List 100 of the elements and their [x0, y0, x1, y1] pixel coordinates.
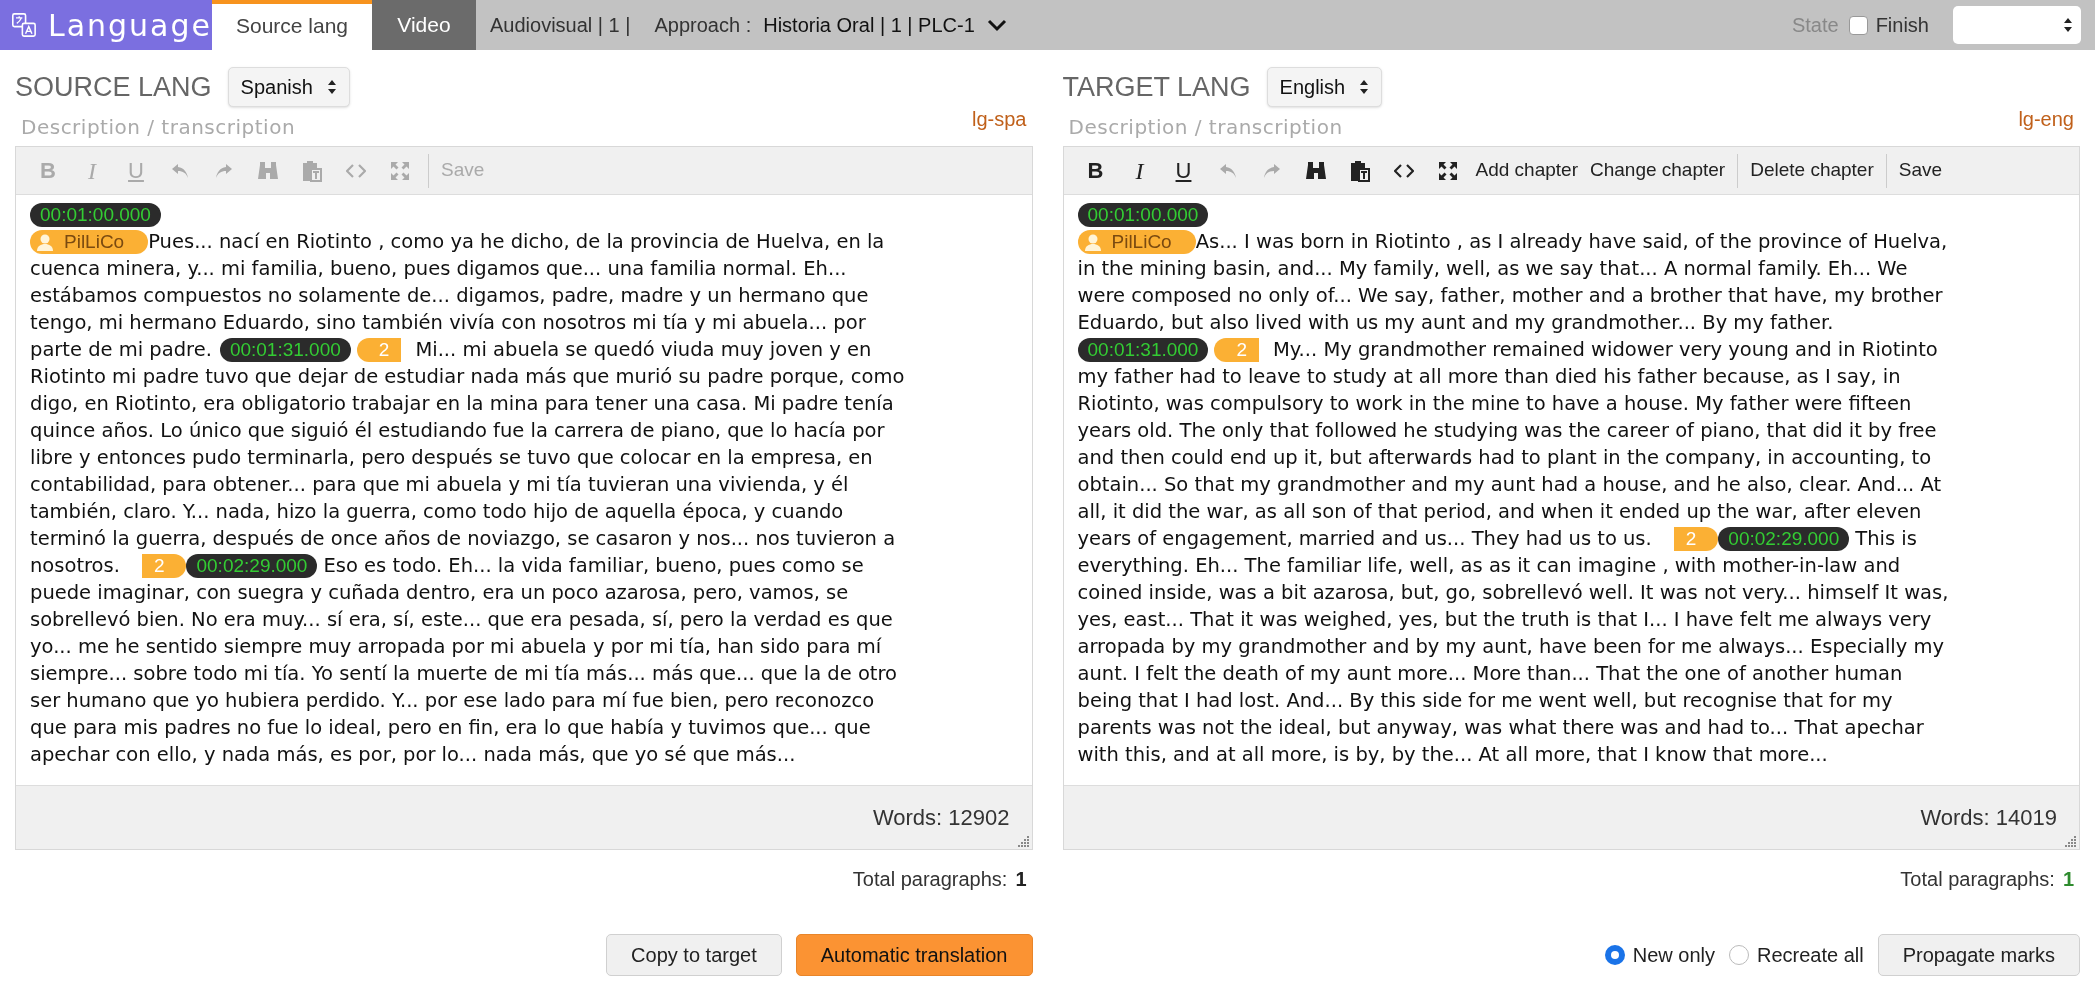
transcript-text: terminó la guerra, después de once años de noviazgo, se casaron y nos... nos tuvieron a — [30, 526, 896, 552]
transcript-text: Pues... nací en Riotinto , como ya he dicho, de la provincia de Huelva, en la — [148, 229, 885, 255]
transcript-text: que para mis padres no fue lo ideal, pero en fin, era lo que había y tuvimos que... que — [30, 715, 871, 741]
transcript-text: contabilidad, para obtener... para que mi abuela y mi tía tuvieran una vivienda, y él — [30, 472, 849, 498]
transcript-text: yo... me he sentido siempre muy arropada por mi abuela y por mi tía, han sido para mí — [30, 634, 882, 660]
transcript-text: digo, en Riotinto, era obligatorio trabajar en la mina para tener una casa. Mi padre tenía — [30, 391, 894, 417]
transcript-text: years old. The only that followed he studying was the career of piano, that did it by free — [1077, 418, 1937, 444]
transcript-text: all, it did the war, as all son of that period, and when it ended up the war, after eleven — [1077, 499, 1922, 525]
transcript-text: This is — [1855, 526, 1917, 552]
resize-grip-icon[interactable] — [1017, 835, 1030, 847]
radio-option[interactable]: Recreate all — [1729, 940, 1864, 970]
transcript-text: cuenca minera, y... mi familia, bueno, pues digamos que... una familia normal. Eh... — [30, 256, 847, 282]
field-label: Description / transcription — [1068, 114, 1343, 141]
transcript-text: yes, east... That it was weighed, yes, but the truth is that I... I have felt me always very — [1077, 607, 1932, 633]
person-icon — [1083, 232, 1102, 251]
transcript-text: My... My grandmother remained widower very young and in Riotinto — [1273, 337, 1938, 363]
binoculars-icon — [257, 160, 279, 181]
code-icon — [1393, 162, 1414, 179]
speaker-tag: PilLiCo — [1077, 229, 1196, 254]
chevron-down-icon — [986, 18, 1007, 32]
paragraph-count-label: Total paragraphs: — [852, 867, 1008, 892]
fullscreen-icon — [1437, 160, 1458, 181]
transcript-text: arropada by my grandmother and by my aunt, have been for me always... Especially my — [1077, 634, 1944, 660]
transcript-text: were composed no only of... We say, father, mother and a brother that have, my brother — [1077, 283, 1943, 309]
italic-button[interactable]: I — [1117, 152, 1162, 189]
transcript-text: years of engagement, married and us... They had us to us. — [1077, 526, 1652, 552]
toolbar-button[interactable]: Delete chapter — [1744, 156, 1880, 185]
radio-option[interactable]: New only — [1604, 940, 1715, 970]
transcript-text: parte de mi padre. — [30, 337, 212, 363]
transcript-text: my father had to leave to study at all more than died his father because, as I say, in — [1077, 364, 1901, 390]
transcript-text: Riotinto, was compulsory to work in the mine to have a house. My father were fifteen — [1077, 391, 1912, 417]
transcript-text: apechar con ello, y nada más, es por, por lo... nada más, que yo sé que más... — [30, 742, 796, 768]
timestamp-tag: 00:01:31.000 — [219, 337, 351, 362]
speaker-tag: PilLiCo — [30, 229, 149, 254]
approach-dropdown[interactable]: Historia Oral | 1 | PLC-1 — [763, 10, 1007, 40]
transcript-text: with this, and at all more, is by, by the... At all more, that I know that more... — [1077, 742, 1828, 768]
toolbar-button[interactable]: Add chapter — [1469, 156, 1584, 185]
select-arrows-icon — [2063, 17, 2073, 33]
transcript-text: puede imaginar, con suegra y cuñada dentro, era un poco azarosa, pero, vamos, se — [30, 580, 849, 606]
paste-icon — [1349, 159, 1370, 182]
translate-icon — [12, 10, 36, 40]
underline-button[interactable]: U — [1161, 152, 1206, 189]
transcript-text: coined inside, was a bit azarosa, but, go, sobrellevó well. It was not very... himself It was, — [1077, 580, 1949, 606]
language-select[interactable]: Spanish — [227, 67, 350, 107]
binoculars-icon — [1304, 160, 1327, 181]
select-arrows-icon — [326, 79, 337, 95]
fullscreen-icon — [390, 160, 410, 181]
paragraph-count: 1 — [1015, 867, 1027, 892]
transcript-text: libre y entonces pudo terminarla, pero después se tuvo que colocar en la empresa, en — [30, 445, 873, 471]
transcript-text: As... I was born in Riotinto , as I already have said, of the province of Huelva, — [1195, 229, 1948, 255]
transcript-text: siempre... sobre todo mi tía. Yo sentí la muerte de mi tía más... más que... que la de otro — [30, 661, 897, 687]
radio-button[interactable] — [1604, 945, 1625, 965]
timestamp-tag: 00:02:29.000 — [1718, 526, 1850, 551]
transcript-text: in the mining basin, and... My family, well, as we say that... A normal family. Eh... We — [1077, 256, 1908, 282]
resize-grip-icon[interactable] — [2065, 835, 2077, 847]
approach-label: Approach : — [654, 13, 752, 38]
transcript-text: Riotinto mi padre tuvo que dejar de estudiar nada más que murió su padre porque, como — [30, 364, 905, 390]
app-title: Language — [47, 6, 212, 45]
field-label: Description / transcription — [21, 114, 296, 141]
word-count: Words: 12902 — [872, 804, 1010, 832]
transcript-text: obtain... So that my grandmother and my aunt had a house, and he also, clear. And... At — [1077, 472, 1942, 498]
toolbar-button[interactable]: Save — [1892, 156, 1949, 185]
timestamp-tag: 00:02:29.000 — [186, 553, 318, 578]
paragraph-count-label: Total paragraphs: — [1900, 867, 2055, 892]
transcript-text: Eduardo, but also lived with us my aunt and my grandmother... By my father. — [1077, 310, 1834, 336]
timestamp-tag: 00:01:31.000 — [1077, 337, 1209, 362]
transcript-text: ser humano que yo hubiera perdido. Y... por ese lado para mí fue bien, pero reconozco — [30, 688, 875, 714]
transcript-text: Eso es todo. Eh... la vida familiar, bueno, pues como se — [323, 553, 864, 579]
transcript-text: tengo, mi hermano Eduardo, sino también vivía con nosotros mi tía y mi abuela... por — [30, 310, 866, 336]
transcript-text: sobrellevó bien. No era muy... sí era, sí, este... que era pesada, sí, pero la verdad es que — [30, 607, 893, 633]
select-arrows-icon — [1359, 79, 1370, 95]
tab[interactable]: Source lang — [212, 0, 372, 50]
toolbar-button[interactable]: Change chapter — [1583, 156, 1732, 185]
transcript-text: being that I had lost. And... By this side for me went well, but recognise that for my — [1077, 688, 1893, 714]
transcript-text: Mi... mi abuela se quedó viuda muy joven y en — [415, 337, 872, 363]
person-icon — [36, 232, 54, 251]
language-code: lg-spa — [972, 107, 1027, 132]
panel-title: SOURCE LANG — [15, 70, 212, 104]
bold-button[interactable]: B — [1073, 152, 1118, 189]
transcript-text: aunt. I felt the death of my aunt more... More than... That the one of another human — [1077, 661, 1903, 687]
undo-icon — [170, 161, 190, 180]
language-select[interactable]: English — [1266, 67, 1383, 107]
transcript-text: and then could end up it, but afterwards had to plant in the company, in accounting, to — [1077, 445, 1932, 471]
automatic-translation-button[interactable]: Automatic translation — [795, 934, 1033, 976]
timestamp-tag: 00:01:00.000 — [30, 202, 161, 227]
transcript-text: nosotros. — [30, 553, 120, 579]
breadcrumb: Audiovisual | 1 | — [490, 13, 631, 38]
transcript-text: parents was not the ideal, but anyway, was what there was and had to... That apechar — [1077, 715, 1924, 741]
radio-button[interactable] — [1729, 945, 1749, 965]
transcript-text: quince años. Lo único que siguió él estudiando fue la carrera de piano, que lo hacía por — [30, 418, 885, 444]
finish-checkbox[interactable] — [1848, 15, 1868, 35]
transcript-text: everything. Eh... The familiar life, well, as as it can imagine , with mother-in-law and — [1077, 553, 1901, 579]
code-icon — [346, 162, 366, 179]
action-button[interactable]: Propagate marks — [1877, 934, 2080, 976]
word-count: Words: 14019 — [1920, 804, 2057, 832]
timestamp-tag: 00:01:00.000 — [1077, 202, 1209, 227]
tab[interactable]: Video — [372, 0, 476, 50]
transcript-text: también, claro. Y... nada, hizo la guerra, como todo hijo de aquella época, y cuando — [30, 499, 844, 525]
action-button[interactable]: Copy to target — [606, 934, 782, 976]
paragraph-count: 1 — [2062, 867, 2074, 892]
